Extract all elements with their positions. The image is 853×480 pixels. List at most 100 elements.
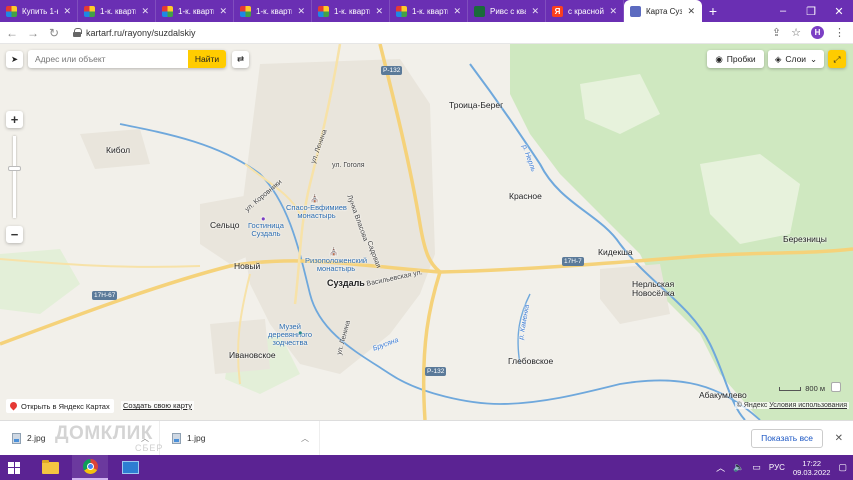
forward-icon[interactable]: → (24, 24, 42, 42)
chrome-icon (82, 459, 98, 474)
layers-button[interactable]: ◈ Слои ⌄ (768, 50, 824, 68)
browser-tab-active[interactable]: Карта Суздал ✕ (624, 0, 702, 22)
close-icon[interactable]: ✕ (297, 6, 305, 17)
scale-label: 800 м (805, 384, 825, 393)
road-number-badge: Р-132 (381, 66, 403, 75)
browser-tab[interactable]: Ривс с кват ✕ (468, 0, 546, 22)
menu-kebab-icon[interactable]: ⋮ (834, 26, 845, 39)
domclick-icon (6, 5, 17, 17)
layers-icon: ◈ (774, 53, 782, 64)
system-tray: ︿ 🔈 ▭ РУС 17:22 09.03.2022 ▢ (716, 459, 847, 477)
tab-title: 1-к. квартир (334, 6, 370, 16)
close-window-icon[interactable]: ✕ (825, 0, 853, 22)
minimize-icon[interactable]: – (769, 0, 797, 22)
profile-avatar[interactable]: H (811, 26, 824, 39)
share-icon[interactable]: ⇪ (772, 26, 781, 39)
show-all-downloads-button[interactable]: Показать все (751, 428, 823, 448)
create-map-link[interactable]: Создать свою карту (121, 401, 195, 410)
poi-label[interactable]: Гостиница Суздаль (248, 222, 284, 238)
browser-tab[interactable]: 1-к. квартир ✕ (234, 0, 312, 22)
speaker-icon[interactable]: 🔈 (733, 462, 744, 473)
rbc-icon (474, 5, 485, 17)
close-icon[interactable]: ✕ (609, 6, 617, 17)
terms-link[interactable]: Условия использования (769, 402, 847, 409)
hotel-pin-icon: ● (261, 214, 266, 223)
download-filename: 1.jpg (187, 433, 206, 443)
search-input[interactable] (28, 50, 188, 68)
open-in-yandex-link[interactable]: Открыть в Яндекс Картах (6, 399, 114, 413)
browser-tab[interactable]: Купить 1-к ✕ (0, 0, 78, 22)
browser-tab[interactable]: 1-к. квартир ✕ (78, 0, 156, 22)
route-icon: ⇄ (236, 54, 245, 64)
address-bar: ← → ↻ kartarf.ru/rayony/suzdalskiy ⇪ ☆ H… (0, 22, 853, 44)
close-icon[interactable]: ✕ (219, 6, 227, 17)
zoom-control: + − (6, 111, 23, 245)
language-indicator[interactable]: РУС (769, 463, 785, 472)
back-icon[interactable]: ← (3, 24, 21, 42)
reload-icon[interactable]: ↻ (45, 24, 63, 42)
place-label: Троица-Берег (449, 100, 504, 110)
domclick-icon (396, 5, 407, 17)
close-icon[interactable]: ✕ (687, 6, 695, 17)
download-item[interactable]: 1.jpg ︿ (160, 421, 320, 455)
poi-label[interactable]: Ризоположенский монастырь (305, 257, 367, 273)
chevron-up-icon[interactable]: ︿ (301, 433, 309, 444)
map-view[interactable]: Троица-Берег Красное Кидекша Березницы Н… (0, 44, 853, 420)
taskbar-chrome[interactable] (72, 455, 108, 480)
browser-tab[interactable]: 1-к. квартир ✕ (390, 0, 468, 22)
notifications-icon[interactable]: ▢ (838, 462, 847, 473)
close-icon[interactable]: ✕ (531, 6, 539, 17)
traffic-button[interactable]: ◉ Пробки (707, 50, 764, 68)
new-tab-button[interactable]: + (702, 0, 724, 22)
zoom-out-button[interactable]: − (6, 226, 23, 243)
domclick-icon (318, 5, 329, 17)
close-icon[interactable]: ✕ (835, 433, 843, 444)
place-label: Абакумлево (699, 390, 747, 400)
tab-title: Купить 1-к (22, 6, 59, 16)
zoom-slider-handle[interactable] (8, 166, 21, 171)
traffic-button-label: Пробки (726, 54, 756, 64)
road-number-badge: 17Н-7 (562, 257, 584, 266)
zoom-slider[interactable] (8, 136, 21, 218)
zoom-in-button[interactable]: + (6, 111, 23, 128)
place-label: Сельцо (210, 220, 240, 230)
start-button[interactable] (0, 455, 28, 480)
bookmark-star-icon[interactable]: ☆ (791, 26, 801, 39)
taskbar-photos[interactable] (112, 455, 148, 480)
browser-tab[interactable]: 1-к. квартир ✕ (312, 0, 390, 22)
browser-tab[interactable]: Яс красной ✕ (546, 0, 624, 22)
poi-label[interactable]: Музей деревянного зодчества (268, 323, 312, 347)
taskbar-file-explorer[interactable] (32, 455, 68, 480)
clock[interactable]: 17:22 09.03.2022 (793, 459, 831, 477)
chevron-down-icon: ⌄ (810, 53, 818, 64)
place-label: Красное (509, 191, 542, 201)
domclick-icon (162, 5, 173, 17)
poi-label[interactable]: Спасо-Евфимиев монастырь (286, 204, 347, 220)
tab-title: 1-к. квартир (178, 6, 214, 16)
close-icon[interactable]: ✕ (63, 6, 71, 17)
map-canvas (0, 44, 853, 420)
browser-tab[interactable]: 1-к. квартир ✕ (156, 0, 234, 22)
network-icon[interactable]: ▭ (752, 462, 761, 473)
window-controls: – ❐ ✕ (769, 0, 853, 22)
lock-icon (73, 28, 82, 37)
close-icon[interactable]: ✕ (453, 6, 461, 17)
fullscreen-button[interactable]: ⤢ (828, 50, 846, 68)
ruler-button[interactable] (831, 382, 841, 392)
road-number-badge: Р-132 (425, 367, 447, 376)
traffic-light-icon: ◉ (715, 53, 723, 64)
poi-pin-icon: ⛪ (310, 194, 320, 203)
browser-tab-bar: Купить 1-к✕ 1-к. квартир✕ 1-к. квартир✕ … (0, 0, 853, 22)
geolocation-button[interactable]: ➤ (6, 51, 23, 68)
chevron-up-icon[interactable]: ︿ (716, 461, 725, 474)
maximize-icon[interactable]: ❐ (797, 0, 825, 22)
close-icon[interactable]: ✕ (375, 6, 383, 17)
place-label: Нерльская Новосёлка (632, 279, 675, 298)
watermark-sub: СБЕР (135, 443, 164, 453)
close-icon[interactable]: ✕ (141, 6, 149, 17)
search-button[interactable]: Найти (188, 50, 226, 68)
watermark-logo: ДОМКЛИК (55, 423, 153, 444)
windows-logo-icon (8, 461, 20, 474)
url-field[interactable]: kartarf.ru/rayony/suzdalskiy (73, 28, 772, 38)
route-button[interactable]: ⇄ (232, 51, 249, 68)
